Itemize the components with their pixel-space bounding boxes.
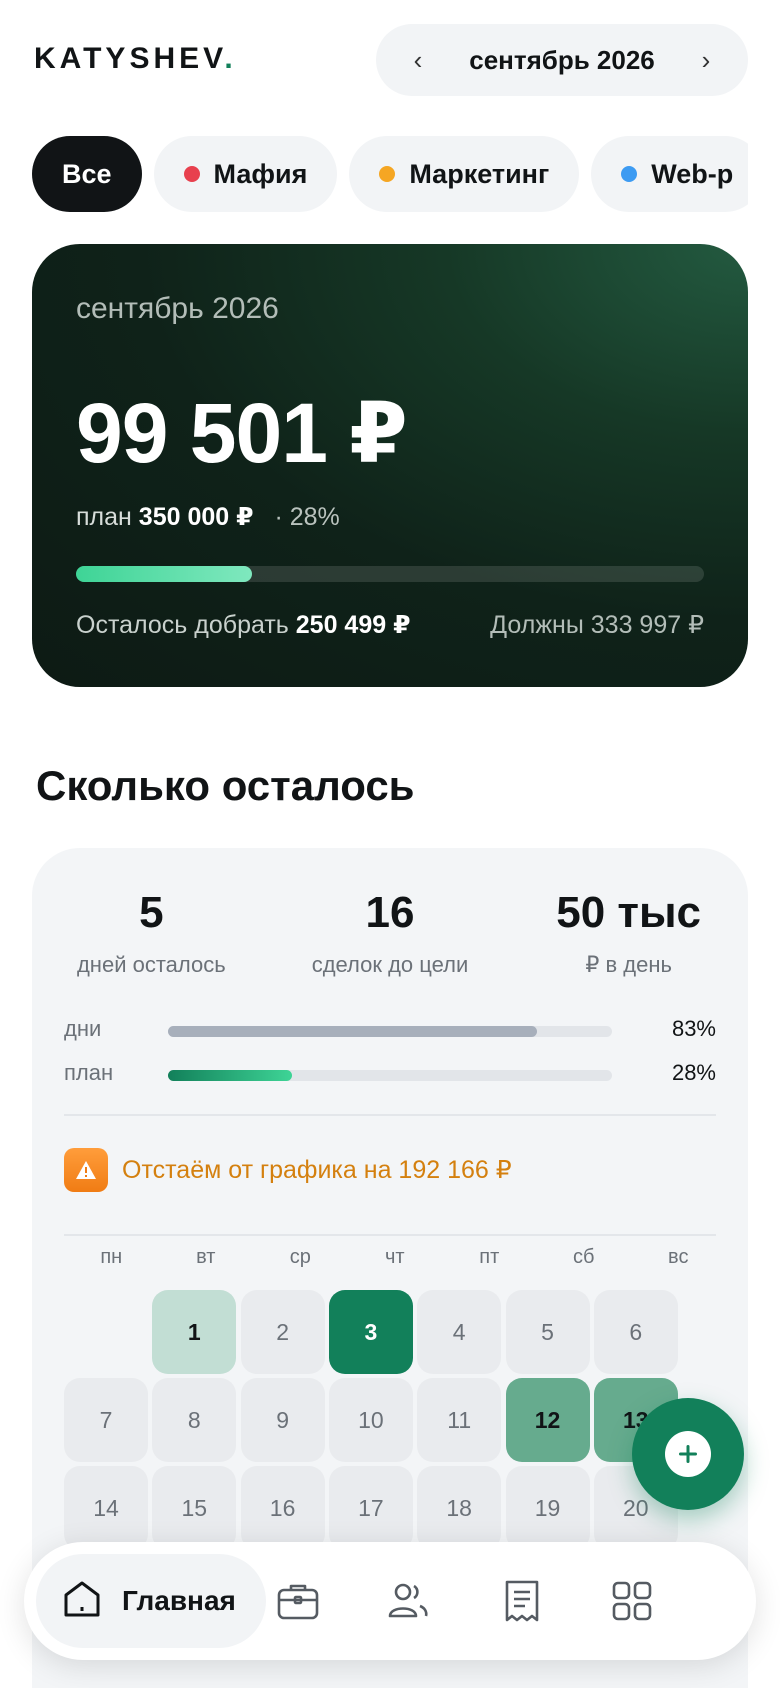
calendar-day[interactable]: 2 [240,1290,325,1374]
revenue-progress-bar [76,566,704,582]
revenue-amount: 99 501 ₽ [76,386,408,480]
add-button[interactable] [632,1398,744,1510]
weekday-label: вс [668,1246,689,1268]
stat-per-day: 50 тыс ₽ в день [556,888,702,977]
stat-deals: 16 сделок до цели [311,888,469,977]
weekday-label: пн [100,1246,123,1268]
calendar-day[interactable]: 18 [417,1466,502,1550]
calendar-day[interactable]: 15 [152,1466,237,1550]
weekday-label: пт [479,1246,500,1268]
receipt-icon[interactable] [498,1577,546,1625]
header: KATYSHEV. ‹ сентябрь 2026 › [0,0,780,120]
divider [64,1234,716,1236]
grid-icon[interactable] [608,1577,656,1625]
days-progress-row: дни 83% [64,1016,716,1041]
plan-line: план 350 000 ₽ · 28% [76,503,340,531]
calendar-day[interactable]: 1 [152,1290,237,1374]
remaining-amount: Осталось добрать 250 499 ₽ [76,611,411,639]
filter-chip-label: Маркетинг [409,158,550,189]
weekday-label: вт [196,1246,216,1268]
section-title: Сколько осталось [36,762,415,809]
filter-chip[interactable]: Мафия [153,136,338,212]
warning-icon [64,1148,108,1192]
plan-percent: · 28% [274,503,340,531]
behind-schedule-alert: Отстаём от графика на 192 166 ₽ [64,1148,512,1192]
revenue-month: сентябрь 2026 [76,292,279,325]
category-dot-icon [183,166,200,182]
calendar-day[interactable]: 10 [328,1378,413,1462]
divider [64,1114,716,1116]
stats-row: 5 дней осталось 16 сделок до цели 50 тыс… [32,888,748,978]
plan-progress-fill [168,1070,293,1081]
calendar-day[interactable]: 11 [417,1378,502,1462]
nav-home[interactable]: Главная [36,1554,266,1648]
briefcase-icon[interactable] [274,1577,322,1625]
month-label: сентябрь 2026 [469,44,655,75]
calendar-day[interactable]: 17 [328,1466,413,1550]
plus-icon [665,1431,711,1477]
filter-chip-label: Мафия [213,158,308,189]
chevron-right-icon[interactable]: › [692,45,720,76]
stat-days: 5 дней осталось [76,888,226,977]
revenue-progress-fill [76,566,252,582]
home-icon [60,1577,104,1626]
filter-chip[interactable]: Маркетинг [349,136,580,212]
calendar-day[interactable]: 16 [240,1466,325,1550]
calendar-day[interactable]: 4 [417,1290,502,1374]
calendar-weekdays: пн вт ср чт пт сб вс [64,1246,726,1269]
calendar-day[interactable]: 14 [64,1466,148,1550]
plan-progress-row: план 28% [64,1060,716,1085]
filter-chip-label: Все [62,158,112,189]
category-dot-icon [379,166,396,182]
calendar-day[interactable]: 7 [64,1378,148,1462]
bottom-nav: Главная [24,1542,756,1660]
calendar-day[interactable]: 6 [593,1290,678,1374]
days-progress-fill [168,1026,537,1037]
filter-chips: Все Мафия Маркетинг Web-p [32,136,748,212]
owed-amount: Должны 333 997 ₽ [490,611,704,639]
chevron-left-icon[interactable]: ‹ [404,45,432,76]
calendar-day[interactable]: 8 [152,1378,237,1462]
calendar-day[interactable]: 3 [328,1290,413,1374]
calendar-day[interactable]: 19 [505,1466,590,1550]
plan-value: 350 000 ₽ [138,503,254,531]
weekday-label: сб [573,1246,595,1268]
logo: KATYSHEV. [34,42,237,75]
category-dot-icon [621,166,638,182]
users-icon[interactable] [384,1577,432,1625]
filter-chip[interactable]: Все [32,136,142,212]
weekday-label: чт [384,1246,405,1268]
calendar-day[interactable]: 12 [505,1378,590,1462]
calendar-day[interactable]: 5 [505,1290,590,1374]
filter-chip-label: Web-p [651,158,734,189]
filter-chip[interactable]: Web-p [591,136,748,212]
revenue-card: сентябрь 2026 99 501 ₽ план 350 000 ₽ · … [32,244,748,687]
weekday-label: ср [289,1246,311,1268]
calendar-day[interactable]: 9 [240,1378,325,1462]
month-selector: ‹ сентябрь 2026 › [376,24,748,96]
